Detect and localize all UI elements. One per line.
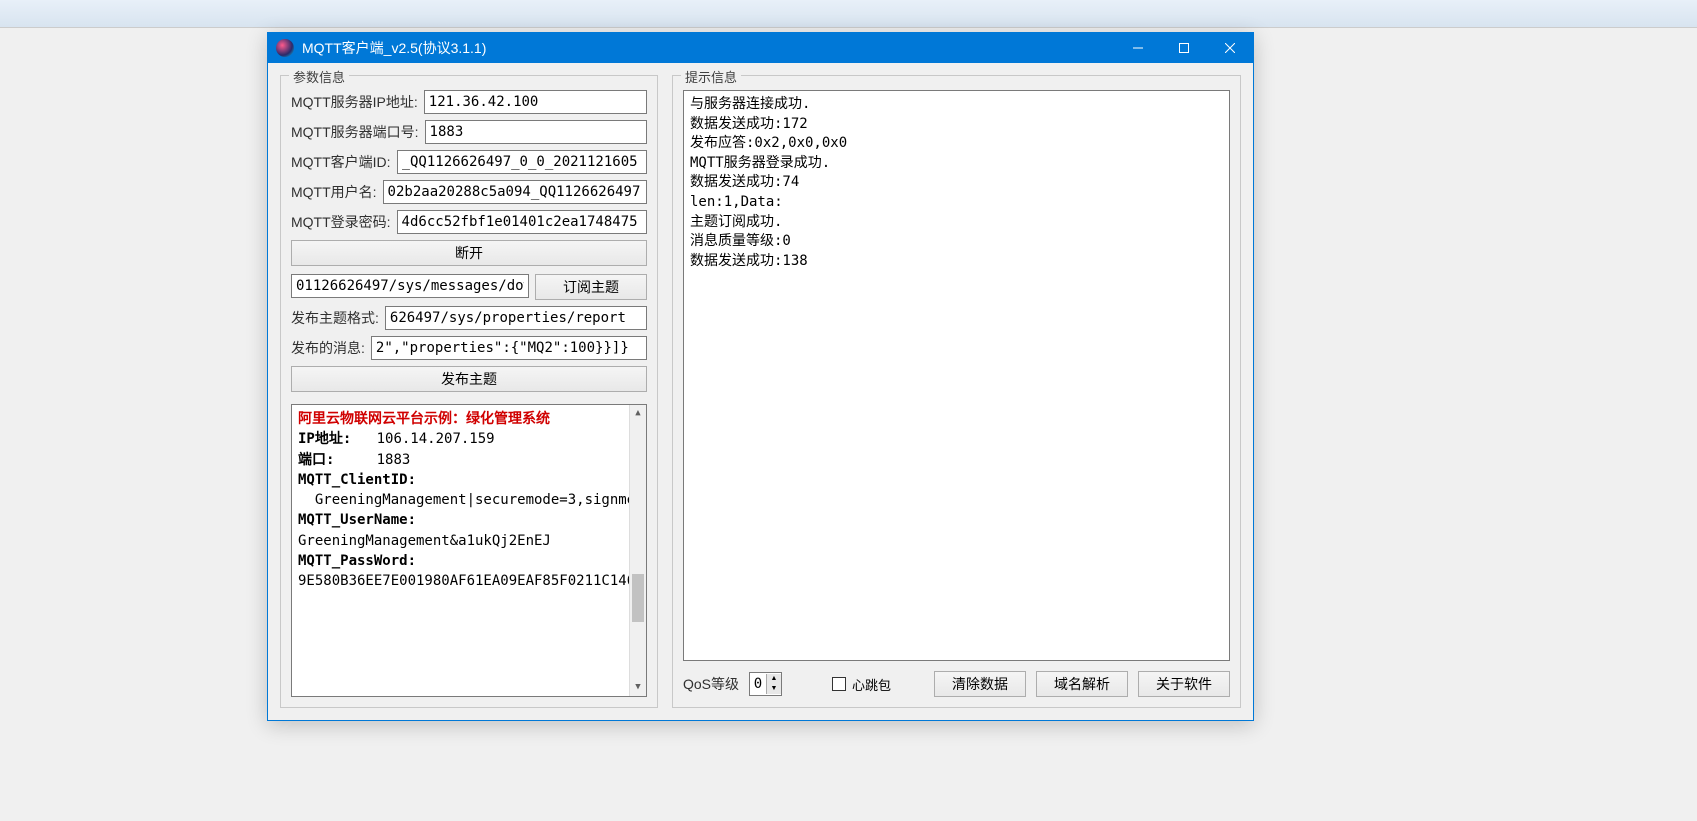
- qos-value: 0: [750, 676, 766, 692]
- bottom-toolbar: QoS等级 0 ▲ ▼ 心跳包 清除数据 域名解析 关于软件: [683, 671, 1230, 697]
- close-button[interactable]: [1207, 33, 1253, 63]
- example-port-label: 端口:: [298, 452, 334, 468]
- server-port-label: MQTT服务器端口号:: [291, 122, 419, 142]
- client-id-label: MQTT客户端ID:: [291, 152, 391, 172]
- pub-msg-input[interactable]: [371, 336, 647, 360]
- password-input[interactable]: [397, 210, 647, 234]
- params-group: 参数信息 MQTT服务器IP地址: MQTT服务器端口号: MQTT客户端ID:…: [280, 75, 658, 708]
- heartbeat-checkbox[interactable]: 心跳包: [832, 675, 891, 694]
- example-password-label: MQTT_PassWord:: [298, 553, 416, 569]
- window-controls: [1115, 33, 1253, 63]
- example-clientid-value: GreeningManagement|securemode=3,signmeth…: [315, 492, 647, 508]
- password-label: MQTT登录密码:: [291, 212, 391, 232]
- scroll-down-icon[interactable]: ▼: [630, 679, 646, 696]
- dns-resolve-button[interactable]: 域名解析: [1036, 671, 1128, 697]
- example-textarea[interactable]: 阿里云物联网云平台示例：绿化管理系统 IP地址: 106.14.207.159 …: [291, 404, 647, 697]
- minimize-button[interactable]: [1115, 33, 1161, 63]
- titlebar: MQTT客户端_v2.5(协议3.1.1): [268, 33, 1253, 63]
- example-ip-value: 106.14.207.159: [377, 431, 495, 447]
- username-label: MQTT用户名:: [291, 182, 377, 202]
- username-input[interactable]: [383, 180, 647, 204]
- publish-button[interactable]: 发布主题: [291, 366, 647, 392]
- app-icon: [276, 39, 294, 57]
- window-title: MQTT客户端_v2.5(协议3.1.1): [302, 38, 1115, 58]
- info-group-title: 提示信息: [681, 67, 741, 86]
- example-clientid-label: MQTT_ClientID:: [298, 472, 416, 488]
- browser-top-strip: [0, 0, 1697, 28]
- server-ip-label: MQTT服务器IP地址:: [291, 92, 418, 112]
- checkbox-icon: [832, 677, 846, 691]
- spinner-down-icon[interactable]: ▼: [767, 684, 781, 694]
- example-username-value: GreeningManagement&a1ukQj2EnEJ: [298, 533, 551, 549]
- spinner-up-icon[interactable]: ▲: [767, 674, 781, 684]
- app-window: MQTT客户端_v2.5(协议3.1.1) 参数信息 MQTT服务器IP地址: …: [267, 32, 1254, 721]
- disconnect-button[interactable]: 断开: [291, 240, 647, 266]
- example-title: 阿里云物联网云平台示例：绿化管理系统: [298, 409, 640, 429]
- content-area: 参数信息 MQTT服务器IP地址: MQTT服务器端口号: MQTT客户端ID:…: [268, 63, 1253, 720]
- example-port-value: 1883: [377, 452, 411, 468]
- about-button[interactable]: 关于软件: [1138, 671, 1230, 697]
- params-group-title: 参数信息: [289, 67, 349, 86]
- qos-label: QoS等级: [683, 674, 739, 694]
- pub-msg-label: 发布的消息:: [291, 338, 365, 358]
- qos-spinner[interactable]: 0 ▲ ▼: [749, 672, 782, 696]
- pub-topic-label: 发布主题格式:: [291, 308, 379, 328]
- scrollbar-thumb[interactable]: [632, 574, 644, 622]
- info-group: 提示信息 与服务器连接成功. 数据发送成功:172 发布应答:0x2,0x0,0…: [672, 75, 1241, 708]
- server-port-input[interactable]: [425, 120, 647, 144]
- subscribe-button[interactable]: 订阅主题: [535, 274, 647, 300]
- client-id-input[interactable]: [397, 150, 647, 174]
- example-ip-label: IP地址:: [298, 431, 351, 447]
- example-password-value: 9E580B36EE7E001980AF61EA09EAF85F0211C146: [298, 573, 635, 589]
- clear-data-button[interactable]: 清除数据: [934, 671, 1026, 697]
- maximize-button[interactable]: [1161, 33, 1207, 63]
- example-username-label: MQTT_UserName:: [298, 512, 416, 528]
- example-scrollbar[interactable]: ▲ ▼: [629, 405, 646, 696]
- scroll-up-icon[interactable]: ▲: [630, 405, 646, 422]
- subscribe-topic-input[interactable]: [291, 274, 529, 298]
- pub-topic-input[interactable]: [385, 306, 647, 330]
- server-ip-input[interactable]: [424, 90, 647, 114]
- heartbeat-label: 心跳包: [852, 675, 891, 694]
- log-textarea[interactable]: 与服务器连接成功. 数据发送成功:172 发布应答:0x2,0x0,0x0 MQ…: [683, 90, 1230, 661]
